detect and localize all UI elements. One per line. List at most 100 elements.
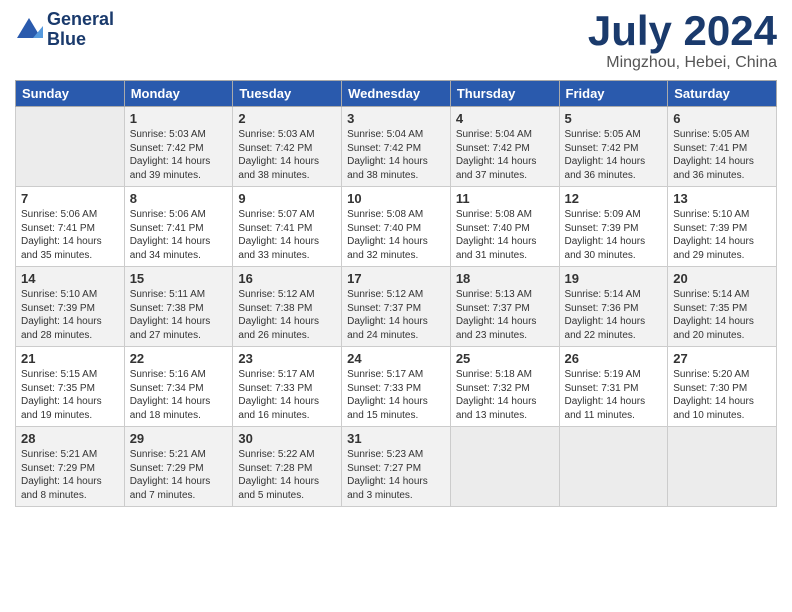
calendar-cell: 19Sunrise: 5:14 AM Sunset: 7:36 PM Dayli… [559,267,668,347]
day-number: 28 [21,431,119,446]
day-number: 21 [21,351,119,366]
weekday-tuesday: Tuesday [233,81,342,107]
calendar-cell: 15 Sunrise: 5:11 AM Sunset: 7:38 PM Dayli… [124,267,233,347]
calendar-cell: 29 Sunrise: 5:21 AM Sunset: 7:29 PM Dayli… [124,427,233,507]
day-number: 31 [347,431,445,446]
calendar-cell: 13Sunrise: 5:10 AM Sunset: 7:39 PM Dayli… [668,187,777,267]
cell-info: Sunrise: 5:09 AM Sunset: 7:39 PM Dayligh… [565,208,663,262]
day-number: 29 [130,431,228,446]
day-number: 23 [238,351,336,366]
calendar-cell: 14 Sunrise: 5:10 AM Sunset: 7:39 PM Dayli… [16,267,125,347]
month-title: July 2024 [588,10,777,52]
calendar-cell: 24 Sunrise: 5:17 AM Sunset: 7:33 PM Dayli… [342,347,451,427]
cell-info: Sunrise: 5:17 AM Sunset: 7:33 PM Dayligh… [238,368,336,422]
cell-info: Sunrise: 5:06 AM Sunset: 7:41 PM Dayligh… [130,208,228,262]
cell-info: Sunrise: 5:10 AM Sunset: 7:39 PM Dayligh… [21,288,119,342]
calendar-cell: 28 Sunrise: 5:21 AM Sunset: 7:29 PM Dayli… [16,427,125,507]
cell-info: Sunrise: 5:21 AM Sunset: 7:29 PM Dayligh… [21,448,119,502]
cell-info: Sunrise: 5:03 AM Sunset: 7:42 PM Dayligh… [130,128,228,182]
weekday-sunday: Sunday [16,81,125,107]
cell-info: Sunrise: 5:08 AM Sunset: 7:40 PM Dayligh… [456,208,554,262]
day-number: 26 [565,351,663,366]
day-number: 15 [130,271,228,286]
calendar-body: 1 Sunrise: 5:03 AM Sunset: 7:42 PM Daylig… [16,107,777,507]
cell-info: Sunrise: 5:14 AM Sunset: 7:35 PM Dayligh… [673,288,771,342]
cell-info: Sunrise: 5:04 AM Sunset: 7:42 PM Dayligh… [347,128,445,182]
cell-info: Sunrise: 5:17 AM Sunset: 7:33 PM Dayligh… [347,368,445,422]
day-number: 3 [347,111,445,126]
calendar-cell [559,427,668,507]
calendar-cell: 4Sunrise: 5:04 AM Sunset: 7:42 PM Daylig… [450,107,559,187]
calendar-cell [16,107,125,187]
logo-text: General Blue [47,10,114,50]
logo: General Blue [15,10,114,50]
calendar-cell: 27Sunrise: 5:20 AM Sunset: 7:30 PM Dayli… [668,347,777,427]
calendar-cell: 1 Sunrise: 5:03 AM Sunset: 7:42 PM Daylig… [124,107,233,187]
weekday-friday: Friday [559,81,668,107]
cell-info: Sunrise: 5:11 AM Sunset: 7:38 PM Dayligh… [130,288,228,342]
cell-info: Sunrise: 5:23 AM Sunset: 7:27 PM Dayligh… [347,448,445,502]
day-number: 16 [238,271,336,286]
cell-info: Sunrise: 5:21 AM Sunset: 7:29 PM Dayligh… [130,448,228,502]
calendar-cell: 20 Sunrise: 5:14 AM Sunset: 7:35 PM Dayli… [668,267,777,347]
location: Mingzhou, Hebei, China [588,54,777,72]
cell-info: Sunrise: 5:15 AM Sunset: 7:35 PM Dayligh… [21,368,119,422]
day-number: 6 [673,111,771,126]
cell-info: Sunrise: 5:18 AM Sunset: 7:32 PM Dayligh… [456,368,554,422]
day-number: 1 [130,111,228,126]
weekday-thursday: Thursday [450,81,559,107]
day-number: 13 [673,191,771,206]
cell-info: Sunrise: 5:12 AM Sunset: 7:37 PM Dayligh… [347,288,445,342]
calendar-cell: 25 Sunrise: 5:18 AM Sunset: 7:32 PM Dayli… [450,347,559,427]
calendar-cell: 7 Sunrise: 5:06 AM Sunset: 7:41 PM Daylig… [16,187,125,267]
calendar-cell: 2Sunrise: 5:03 AM Sunset: 7:42 PM Daylig… [233,107,342,187]
page-container: General Blue July 2024 Mingzhou, Hebei, … [0,0,792,517]
calendar-cell: 26 Sunrise: 5:19 AM Sunset: 7:31 PM Dayli… [559,347,668,427]
calendar-cell: 5 Sunrise: 5:05 AM Sunset: 7:42 PM Daylig… [559,107,668,187]
calendar-cell: 8Sunrise: 5:06 AM Sunset: 7:41 PM Daylig… [124,187,233,267]
calendar-cell: 9Sunrise: 5:07 AM Sunset: 7:41 PM Daylig… [233,187,342,267]
calendar-cell: 17 Sunrise: 5:12 AM Sunset: 7:37 PM Dayli… [342,267,451,347]
cell-info: Sunrise: 5:13 AM Sunset: 7:37 PM Dayligh… [456,288,554,342]
cell-info: Sunrise: 5:22 AM Sunset: 7:28 PM Dayligh… [238,448,336,502]
day-number: 2 [238,111,336,126]
cell-info: Sunrise: 5:06 AM Sunset: 7:41 PM Dayligh… [21,208,119,262]
cell-info: Sunrise: 5:12 AM Sunset: 7:38 PM Dayligh… [238,288,336,342]
day-number: 30 [238,431,336,446]
calendar-cell: 23 Sunrise: 5:17 AM Sunset: 7:33 PM Dayli… [233,347,342,427]
day-number: 12 [565,191,663,206]
calendar-week-2: 7 Sunrise: 5:06 AM Sunset: 7:41 PM Daylig… [16,187,777,267]
day-number: 14 [21,271,119,286]
calendar-cell: 10Sunrise: 5:08 AM Sunset: 7:40 PM Dayli… [342,187,451,267]
calendar-cell [668,427,777,507]
day-number: 17 [347,271,445,286]
logo-line1: General [47,10,114,30]
day-number: 25 [456,351,554,366]
calendar-cell: 11Sunrise: 5:08 AM Sunset: 7:40 PM Dayli… [450,187,559,267]
cell-info: Sunrise: 5:19 AM Sunset: 7:31 PM Dayligh… [565,368,663,422]
day-number: 5 [565,111,663,126]
day-number: 4 [456,111,554,126]
weekday-header-row: SundayMondayTuesdayWednesdayThursdayFrid… [16,81,777,107]
cell-info: Sunrise: 5:05 AM Sunset: 7:42 PM Dayligh… [565,128,663,182]
day-number: 20 [673,271,771,286]
calendar-table: SundayMondayTuesdayWednesdayThursdayFrid… [15,80,777,507]
day-number: 24 [347,351,445,366]
calendar-week-3: 14 Sunrise: 5:10 AM Sunset: 7:39 PM Dayli… [16,267,777,347]
calendar-cell: 6Sunrise: 5:05 AM Sunset: 7:41 PM Daylig… [668,107,777,187]
weekday-wednesday: Wednesday [342,81,451,107]
cell-info: Sunrise: 5:08 AM Sunset: 7:40 PM Dayligh… [347,208,445,262]
day-number: 7 [21,191,119,206]
calendar-week-4: 21 Sunrise: 5:15 AM Sunset: 7:35 PM Dayli… [16,347,777,427]
title-block: July 2024 Mingzhou, Hebei, China [588,10,777,72]
calendar-week-5: 28 Sunrise: 5:21 AM Sunset: 7:29 PM Dayli… [16,427,777,507]
calendar-cell: 30 Sunrise: 5:22 AM Sunset: 7:28 PM Dayli… [233,427,342,507]
calendar-cell: 3 Sunrise: 5:04 AM Sunset: 7:42 PM Daylig… [342,107,451,187]
weekday-saturday: Saturday [668,81,777,107]
calendar-cell: 22Sunrise: 5:16 AM Sunset: 7:34 PM Dayli… [124,347,233,427]
logo-line2: Blue [47,30,114,50]
header: General Blue July 2024 Mingzhou, Hebei, … [15,10,777,72]
calendar-cell [450,427,559,507]
cell-info: Sunrise: 5:20 AM Sunset: 7:30 PM Dayligh… [673,368,771,422]
cell-info: Sunrise: 5:16 AM Sunset: 7:34 PM Dayligh… [130,368,228,422]
